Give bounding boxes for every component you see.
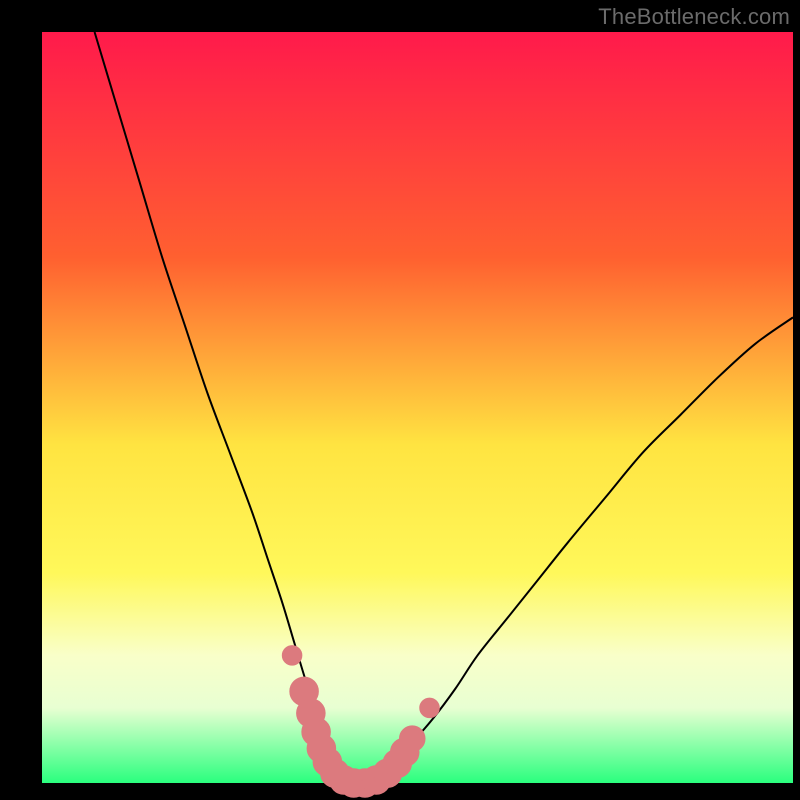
chart-frame: TheBottleneck.com — [0, 0, 800, 800]
data-marker — [399, 726, 425, 752]
data-marker — [420, 698, 440, 718]
bottleneck-chart — [0, 0, 800, 800]
plot-background — [42, 32, 793, 783]
watermark-text: TheBottleneck.com — [598, 4, 790, 30]
data-marker — [282, 646, 302, 666]
